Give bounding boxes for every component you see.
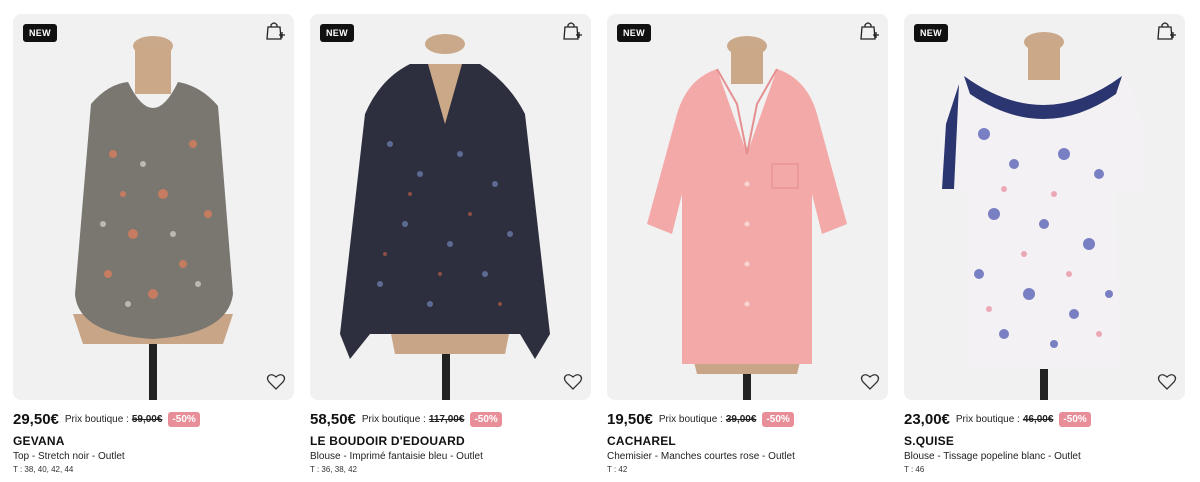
product-photo (73, 36, 233, 400)
shopping-bag-plus-icon[interactable] (1155, 20, 1177, 42)
product-description[interactable]: Blouse - Tissage popeline blanc - Outlet (904, 451, 1185, 462)
new-badge: NEW (23, 24, 57, 42)
shopping-bag-plus-icon[interactable] (858, 20, 880, 42)
discount-badge: -50% (168, 411, 200, 427)
price: 19,50€ (607, 410, 653, 428)
heart-icon[interactable] (1157, 372, 1177, 392)
product-grid: NEW 29,50€ Prix boutique : 59,00€ -50% G… (13, 14, 1185, 474)
heart-icon[interactable] (266, 372, 286, 392)
new-badge: NEW (914, 24, 948, 42)
product-image[interactable]: NEW (13, 14, 294, 400)
product-info: 29,50€ Prix boutique : 59,00€ -50% GEVAN… (13, 400, 294, 474)
product-photo (340, 34, 550, 400)
price: 29,50€ (13, 410, 59, 428)
price: 23,00€ (904, 410, 950, 428)
price-row: 29,50€ Prix boutique : 59,00€ -50% (13, 410, 294, 428)
product-info: 58,50€ Prix boutique : 117,00€ -50% LE B… (310, 400, 591, 474)
product-card[interactable]: NEW 19,50€ Prix boutique : 39,00€ -50% C… (607, 14, 888, 474)
new-badge: NEW (617, 24, 651, 42)
reference-price: 117,00€ (428, 413, 465, 425)
reference-price: 39,00€ (725, 413, 757, 425)
shopping-bag-plus-icon[interactable] (264, 20, 286, 42)
product-description[interactable]: Blouse - Imprimé fantaisie bleu - Outlet (310, 451, 591, 462)
product-info: 23,00€ Prix boutique : 46,00€ -50% S.QUI… (904, 400, 1185, 474)
discount-badge: -50% (1059, 411, 1091, 427)
price-row: 23,00€ Prix boutique : 46,00€ -50% (904, 410, 1185, 428)
product-brand[interactable]: S.QUISE (904, 434, 1185, 448)
shopping-bag-plus-icon[interactable] (561, 20, 583, 42)
new-badge: NEW (320, 24, 354, 42)
heart-icon[interactable] (563, 372, 583, 392)
discount-badge: -50% (470, 411, 502, 427)
reference-price-label: Prix boutique : (955, 413, 1020, 425)
product-description[interactable]: Chemisier - Manches courtes rose - Outle… (607, 451, 888, 462)
product-image[interactable]: NEW (607, 14, 888, 400)
product-card[interactable]: NEW 58,50€ Prix boutique : 117,00€ -50% … (310, 14, 591, 474)
product-description[interactable]: Top - Stretch noir - Outlet (13, 451, 294, 462)
product-photo (939, 32, 1146, 400)
price-row: 19,50€ Prix boutique : 39,00€ -50% (607, 410, 888, 428)
reference-price-label: Prix boutique : (64, 413, 129, 425)
reference-price-label: Prix boutique : (658, 413, 723, 425)
product-sizes: T : 38, 40, 42, 44 (13, 465, 74, 474)
product-card[interactable]: NEW 23,00€ Prix boutique : 46,00€ -50% S… (904, 14, 1185, 474)
discount-badge: -50% (762, 411, 794, 427)
product-brand[interactable]: CACHAREL (607, 434, 888, 448)
product-photo (647, 36, 847, 400)
heart-icon[interactable] (860, 372, 880, 392)
price: 58,50€ (310, 410, 356, 428)
reference-price-label: Prix boutique : (361, 413, 426, 425)
product-sizes: T : 42 (607, 465, 628, 474)
product-card[interactable]: NEW 29,50€ Prix boutique : 59,00€ -50% G… (13, 14, 294, 474)
price-row: 58,50€ Prix boutique : 117,00€ -50% (310, 410, 591, 428)
product-sizes: T : 46 (904, 465, 925, 474)
product-info: 19,50€ Prix boutique : 39,00€ -50% CACHA… (607, 400, 888, 475)
product-sizes: T : 36, 38, 42 (310, 465, 357, 474)
product-image[interactable]: NEW (310, 14, 591, 400)
product-brand[interactable]: LE BOUDOIR D'EDOUARD (310, 434, 591, 448)
product-image[interactable]: NEW (904, 14, 1185, 400)
reference-price: 46,00€ (1022, 413, 1054, 425)
product-brand[interactable]: GEVANA (13, 434, 294, 448)
reference-price: 59,00€ (131, 413, 163, 425)
